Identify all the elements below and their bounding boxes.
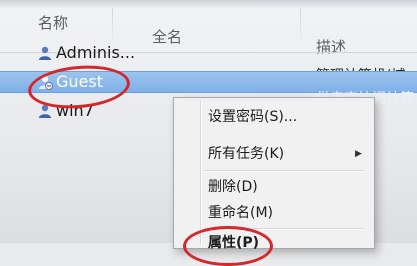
user-list-panel: 名称 全名 描述 Adminis... 管理计算机(域 Guest 供来宾访问计…	[0, 0, 417, 266]
column-separator[interactable]	[112, 8, 113, 48]
column-separator[interactable]	[300, 8, 301, 48]
menu-item-delete[interactable]: 删除(D)	[208, 177, 258, 197]
user-row-administrator[interactable]: Adminis...	[0, 43, 417, 63]
menu-item-all-tasks[interactable]: 所有任务(K)	[208, 144, 284, 164]
submenu-arrow-icon: ▶	[355, 149, 362, 159]
user-name: Adminis...	[56, 43, 136, 62]
menu-separator	[204, 170, 364, 171]
column-header-name[interactable]: 名称	[38, 12, 68, 33]
annotation-circle-properties	[183, 226, 273, 266]
top-strip	[0, 0, 417, 8]
user-icon	[37, 45, 53, 61]
menu-gutter	[200, 100, 201, 245]
menu-item-rename[interactable]: 重命名(M)	[208, 203, 273, 223]
context-menu: 设置密码(S)... 所有任务(K) ▶ 删除(D) 重命名(M) 属性(P)	[173, 97, 375, 251]
menu-item-set-password[interactable]: 设置密码(S)...	[208, 107, 297, 127]
